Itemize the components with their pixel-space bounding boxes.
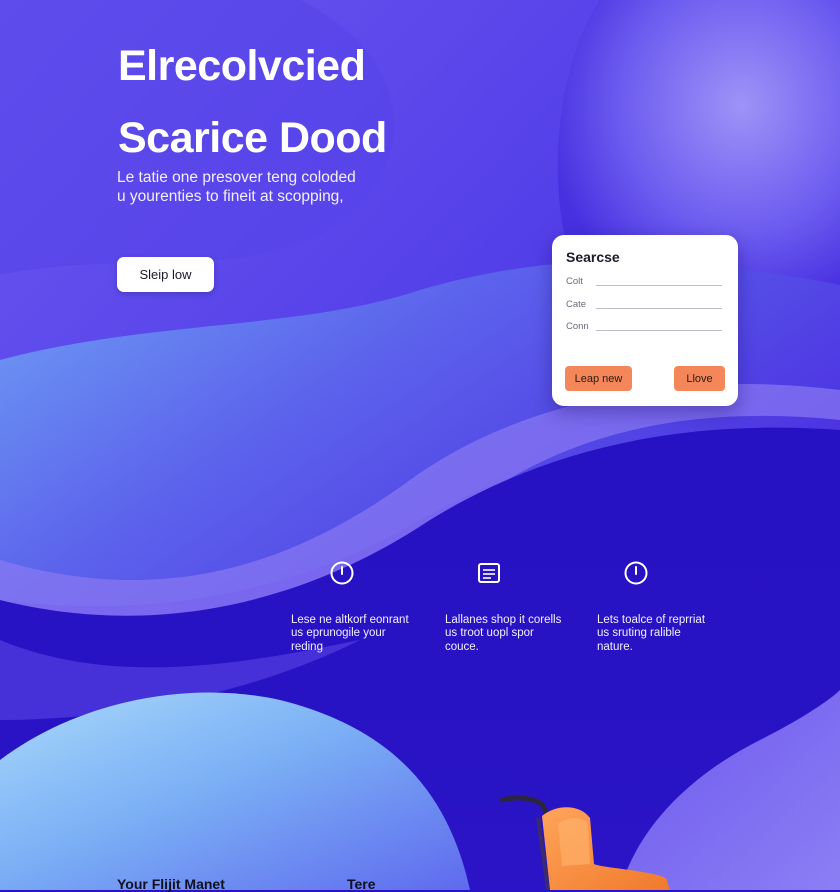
clock-icon [624, 561, 648, 585]
feature-text: Lese ne altkorf eonrant us eprunogile yo… [291, 614, 441, 654]
feature-text-line: us troot uopl spor [445, 627, 534, 640]
search-field-underline [596, 285, 722, 286]
hero-subtitle-line-1: Le tatie one presover teng coloded [117, 169, 356, 186]
search-card: Searcse Colt Cate Conn Leap new Llove [552, 235, 738, 406]
feature-text-line: reding [291, 640, 323, 653]
feature-text-line: us eprunogile your [291, 627, 386, 640]
search-field-2[interactable]: Cate [566, 299, 724, 315]
hero-cta-button[interactable]: Sleip low [117, 257, 214, 292]
feature-text-line: Lese ne altkorf eonrant [291, 614, 409, 626]
clock-icon [330, 561, 354, 585]
search-field-3[interactable]: Conn [566, 321, 724, 337]
search-field-underline [596, 308, 722, 309]
search-field-label: Colt [566, 276, 583, 287]
feature-text-line: Lets toalce of reprriat [597, 614, 706, 626]
chair-illustration [499, 795, 670, 890]
hero-title-line-1: Elrecolvcied [118, 42, 366, 90]
llove-button[interactable]: Llove [674, 366, 725, 391]
hero-title: Elrecolvcied Scarice Dood [118, 30, 387, 174]
feature-text-line: us sruting ralible [597, 627, 681, 640]
feature-text-line: couce. [445, 640, 479, 653]
feature-text-line: Lallanes shop it corells [445, 614, 562, 626]
search-field-1[interactable]: Colt [566, 276, 724, 292]
search-field-label: Cate [566, 299, 587, 310]
search-field-underline [596, 330, 722, 331]
search-field-label: Conn [566, 321, 589, 332]
hero-subtitle: Le tatie one presover teng coloded u you… [117, 168, 356, 206]
search-card-title: Searcse [566, 249, 620, 265]
hero-subtitle-line-2: u yourenties to fineit at scopping, [117, 188, 344, 205]
hero-title-line-2: Scarice Dood [118, 114, 387, 162]
feature-text-line: nature. [597, 640, 633, 653]
leap-new-button[interactable]: Leap new [565, 366, 632, 391]
feature-text: Lets toalce of reprriat us sruting ralib… [597, 614, 747, 654]
feature-text: Lallanes shop it corells us troot uopl s… [445, 614, 595, 654]
document-icon [478, 563, 500, 583]
